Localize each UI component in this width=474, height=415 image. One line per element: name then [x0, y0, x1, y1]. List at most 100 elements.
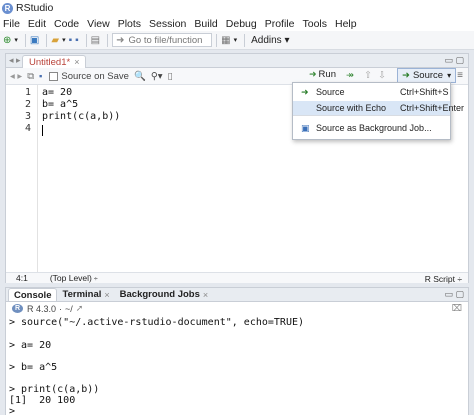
menu-profile[interactable]: Profile: [265, 18, 295, 30]
line-number-gutter: 1 2 3 4: [6, 85, 38, 272]
scope-selector[interactable]: (Top Level) ÷: [50, 273, 98, 283]
rstudio-logo-icon: R: [2, 2, 13, 14]
menu-item-label: Source: [316, 87, 345, 97]
pane-minimize-maximize-icon[interactable]: ▭ ▢: [444, 55, 464, 66]
source-on-save-label: Source on Save: [61, 70, 129, 82]
menu-item-source-as-background-job[interactable]: ▣ Source as Background Job...: [293, 121, 450, 135]
console-line: [1] 20 100: [9, 395, 76, 406]
go-to-directory-icon[interactable]: ➚: [76, 303, 84, 314]
close-icon[interactable]: ×: [104, 290, 109, 300]
print-icon[interactable]: ▤: [91, 33, 100, 47]
show-in-window-icon[interactable]: ⧉: [27, 71, 34, 82]
toolbar-divider: [216, 33, 218, 47]
line-number: 4: [24, 123, 31, 134]
line-number: 1: [24, 87, 31, 98]
console-tab-strip: Console Terminal × Background Jobs × ▭ ▢: [6, 288, 468, 302]
toolbar-divider: [24, 33, 26, 47]
menu-help[interactable]: Help: [335, 18, 357, 30]
menu-bar: File Edit Code View Plots Session Build …: [0, 16, 474, 31]
source-label: Source: [412, 70, 444, 81]
menu-tools[interactable]: Tools: [302, 18, 327, 30]
dropdown-arrow-icon[interactable]: ▾: [14, 33, 18, 47]
search-icon[interactable]: 🔍: [134, 71, 146, 82]
menu-item-source[interactable]: ➜ Source Ctrl+Shift+S: [293, 85, 450, 99]
run-label: Run: [318, 69, 336, 80]
compile-report-icon[interactable]: ▯: [168, 71, 173, 82]
tab-background-jobs[interactable]: Background Jobs ×: [115, 288, 214, 301]
console-pane: Console Terminal × Background Jobs × ▭ ▢…: [5, 287, 469, 415]
goto-arrow-icon: ➜: [116, 34, 125, 46]
pane-minimize-maximize-icon[interactable]: ▭ ▢: [444, 289, 464, 300]
file-type-label: R Script: [424, 274, 455, 284]
tab-nav-arrows-icon[interactable]: ◂ ▸: [9, 55, 21, 66]
go-down-icon[interactable]: ⇩: [378, 70, 386, 81]
document-outline-icon[interactable]: ≡: [457, 70, 463, 81]
run-button[interactable]: ➜ Run: [309, 69, 336, 80]
console-line: > print(c(a,b)): [9, 384, 100, 395]
console-line: > a= 20: [9, 340, 52, 351]
console-line: > b= a^5: [9, 362, 58, 373]
menu-file[interactable]: File: [3, 18, 20, 30]
tab-untitled1[interactable]: Untitled1* ×: [22, 55, 87, 68]
tab-label: Background Jobs: [119, 289, 200, 300]
code-line[interactable]: a= 20: [42, 87, 72, 98]
new-file-icon[interactable]: ⊕: [3, 33, 11, 47]
console-prompt[interactable]: >: [9, 406, 15, 415]
code-line[interactable]: b= a^5: [42, 99, 78, 110]
chevron-down-icon[interactable]: ▾: [447, 71, 451, 80]
menu-build[interactable]: Build: [194, 18, 217, 30]
menu-item-shortcut: Ctrl+Shift+Enter: [400, 103, 465, 113]
dropdown-arrow-icon[interactable]: ▾: [234, 33, 238, 47]
source-on-save-checkbox[interactable]: [49, 71, 59, 81]
menu-plots[interactable]: Plots: [118, 18, 141, 30]
grid-layout-icon[interactable]: ▦: [221, 33, 230, 47]
goto-file-input[interactable]: ➜ Go to file/function: [112, 33, 213, 47]
title-bar: R RStudio: [0, 0, 474, 16]
rerun-icon[interactable]: ↠: [346, 70, 354, 81]
menu-view[interactable]: View: [87, 18, 110, 30]
dropdown-arrow-icon[interactable]: ▾: [62, 33, 66, 47]
editor-tab-strip: ◂ ▸ Untitled1* × ▭ ▢: [6, 54, 468, 68]
save-all-icon[interactable]: ▪: [75, 33, 79, 47]
open-file-icon[interactable]: ▰: [51, 33, 59, 47]
r-version: R 4.3.0: [27, 303, 57, 314]
addins-menu[interactable]: Addins ▾: [251, 35, 289, 46]
tab-console[interactable]: Console: [8, 288, 58, 301]
line-number: 2: [24, 99, 31, 110]
menu-item-label: Source with Echo: [316, 103, 387, 113]
close-icon[interactable]: ×: [74, 57, 79, 67]
menu-divider: [293, 115, 450, 116]
r-logo-icon: R: [12, 304, 23, 313]
working-directory[interactable]: ~/: [65, 304, 73, 314]
run-arrow-icon: ➜: [309, 69, 317, 79]
code-tools-wand-icon[interactable]: ⚲▾: [151, 71, 163, 82]
back-forward-icon[interactable]: ◂ ▸: [10, 71, 22, 82]
go-up-icon[interactable]: ⇧: [364, 70, 372, 81]
addins-label: Addins: [251, 34, 282, 46]
menu-debug[interactable]: Debug: [226, 18, 257, 30]
background-job-icon: ▣: [301, 122, 310, 133]
menu-edit[interactable]: Edit: [28, 18, 46, 30]
menu-item-source-with-echo[interactable]: Source with Echo Ctrl+Shift+Enter: [293, 101, 464, 115]
save-icon[interactable]: ▪: [39, 71, 42, 82]
file-type-selector[interactable]: R Script ÷: [425, 274, 462, 284]
close-icon[interactable]: ×: [203, 290, 208, 300]
menu-session[interactable]: Session: [149, 18, 186, 30]
source-arrow-icon: ➜: [402, 70, 410, 81]
menu-code[interactable]: Code: [54, 18, 79, 30]
toolbar-divider: [107, 33, 109, 47]
console-info-bar: R R 4.3.0 · ~/ ➚ ⌧: [6, 302, 468, 315]
editor-status-bar: 4:1 (Top Level) ÷ R Script ÷: [6, 272, 468, 284]
menu-item-label: Source as Background Job...: [316, 123, 432, 133]
clear-console-broom-icon[interactable]: ⌧: [452, 303, 462, 314]
tab-label: Terminal: [62, 289, 102, 300]
source-button[interactable]: ➜ Source ▾: [397, 68, 457, 83]
new-project-icon[interactable]: ▣: [30, 33, 39, 47]
line-number: 3: [24, 111, 31, 122]
tab-label: Console: [14, 289, 52, 301]
tab-terminal[interactable]: Terminal ×: [57, 288, 114, 301]
main-toolbar: ⊕ ▾ ▣ ▰ ▾ ▪ ▪ ▤ ➜ Go to file/function ▦ …: [0, 31, 474, 50]
code-line[interactable]: print(c(a,b)): [42, 111, 120, 122]
source-arrow-icon: ➜: [301, 86, 309, 97]
save-icon[interactable]: ▪: [69, 33, 73, 47]
